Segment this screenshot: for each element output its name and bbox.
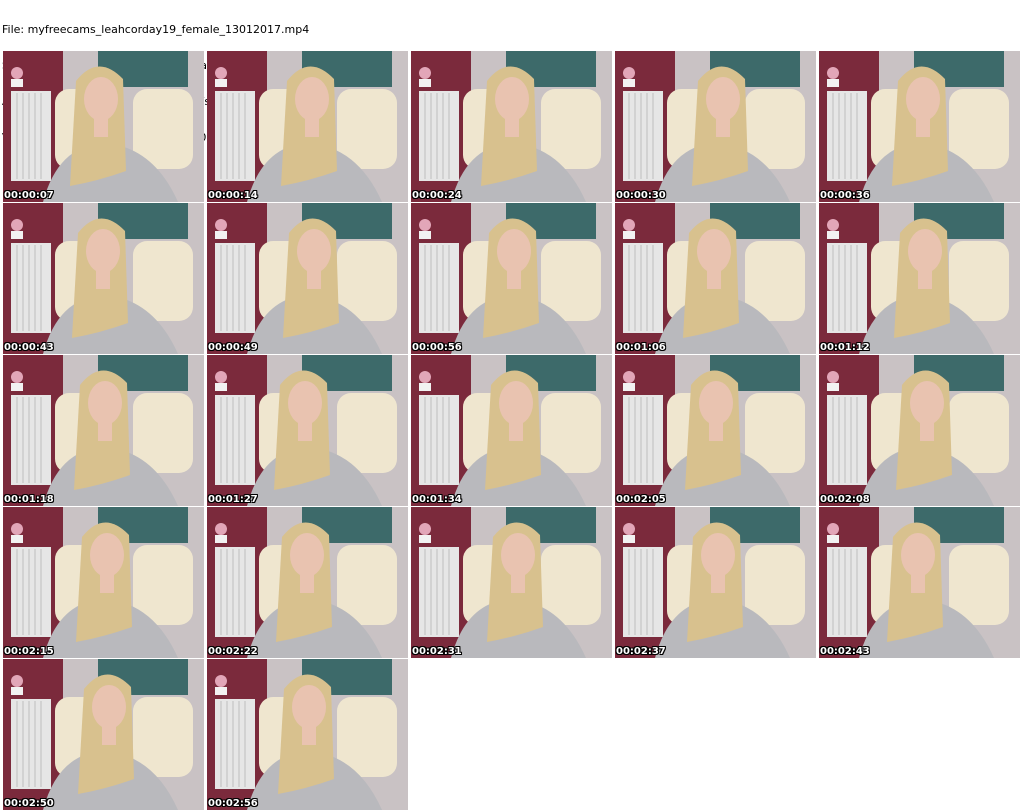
thumbnail-frame-image [207,507,408,658]
thumbnail-timestamp: 00:01:18 [4,494,54,505]
video-thumbnail: 00:00:56 [411,203,612,354]
thumbnail-timestamp: 00:02:50 [4,798,54,809]
thumbnail-timestamp: 00:01:34 [412,494,462,505]
thumbnail-timestamp: 00:01:12 [820,342,870,353]
thumbnail-timestamp: 00:00:43 [4,342,54,353]
video-thumbnail: 00:00:49 [207,203,408,354]
video-thumbnail: 00:01:18 [3,355,204,506]
thumbnail-frame-image [411,355,612,506]
thumbnail-frame-image [3,507,204,658]
video-thumbnail: 00:00:36 [819,51,1020,202]
video-thumbnail: 00:02:43 [819,507,1020,658]
thumbnail-frame-image [615,507,816,658]
thumbnail-frame-image [615,203,816,354]
thumbnail-timestamp: 00:02:31 [412,646,462,657]
thumbnail-frame-image [411,203,612,354]
thumbnail-frame-image [207,355,408,506]
thumbnail-timestamp: 00:00:36 [820,190,870,201]
video-thumbnail: 00:00:14 [207,51,408,202]
thumbnail-frame-image [3,51,204,202]
thumbnail-frame-image [615,51,816,202]
thumbnail-timestamp: 00:00:24 [412,190,462,201]
video-thumbnail: 00:01:12 [819,203,1020,354]
thumbnail-frame-image [819,507,1020,658]
video-thumbnail: 00:02:56 [207,659,408,810]
thumbnail-timestamp: 00:00:07 [4,190,54,201]
thumbnail-frame-image [207,203,408,354]
video-thumbnail: 00:02:31 [411,507,612,658]
thumbnail-frame-image [615,355,816,506]
video-thumbnail: 00:00:24 [411,51,612,202]
thumbnail-timestamp: 00:00:56 [412,342,462,353]
video-thumbnail: 00:01:27 [207,355,408,506]
thumbnail-frame-image [411,507,612,658]
thumbnail-frame-image [207,659,408,810]
thumbnail-grid: 00:00:07 00:00:14 00:00:24 00:00:30 00:00:36… [3,51,1024,811]
thumbnail-frame-image [207,51,408,202]
video-thumbnail: 00:00:07 [3,51,204,202]
video-thumbnail: 00:00:43 [3,203,204,354]
thumbnail-timestamp: 00:02:56 [208,798,258,809]
thumbnail-frame-image [819,51,1020,202]
thumbnail-timestamp: 00:00:14 [208,190,258,201]
video-thumbnail: 00:02:50 [3,659,204,810]
thumbnail-timestamp: 00:00:30 [616,190,666,201]
thumbnail-timestamp: 00:01:06 [616,342,666,353]
thumbnail-timestamp: 00:02:15 [4,646,54,657]
video-thumbnail: 00:02:22 [207,507,408,658]
video-thumbnail: 00:02:08 [819,355,1020,506]
file-name-line: File: myfreecams_leahcorday19_female_130… [2,23,310,36]
thumbnail-timestamp: 00:02:22 [208,646,258,657]
thumbnail-timestamp: 00:02:08 [820,494,870,505]
thumbnail-timestamp: 00:01:27 [208,494,258,505]
video-thumbnail: 00:02:05 [615,355,816,506]
thumbnail-frame-image [819,355,1020,506]
thumbnail-timestamp: 00:02:43 [820,646,870,657]
video-thumbnail: 00:02:15 [3,507,204,658]
thumbnail-frame-image [3,203,204,354]
thumbnail-timestamp: 00:02:05 [616,494,666,505]
thumbnail-timestamp: 00:02:37 [616,646,666,657]
thumbnail-frame-image [3,659,204,810]
video-thumbnail: 00:00:30 [615,51,816,202]
thumbnail-frame-image [3,355,204,506]
video-thumbnail: 00:01:34 [411,355,612,506]
video-thumbnail: 00:01:06 [615,203,816,354]
thumbnail-frame-image [411,51,612,202]
thumbnail-frame-image [819,203,1020,354]
video-thumbnail: 00:02:37 [615,507,816,658]
thumbnail-timestamp: 00:00:49 [208,342,258,353]
